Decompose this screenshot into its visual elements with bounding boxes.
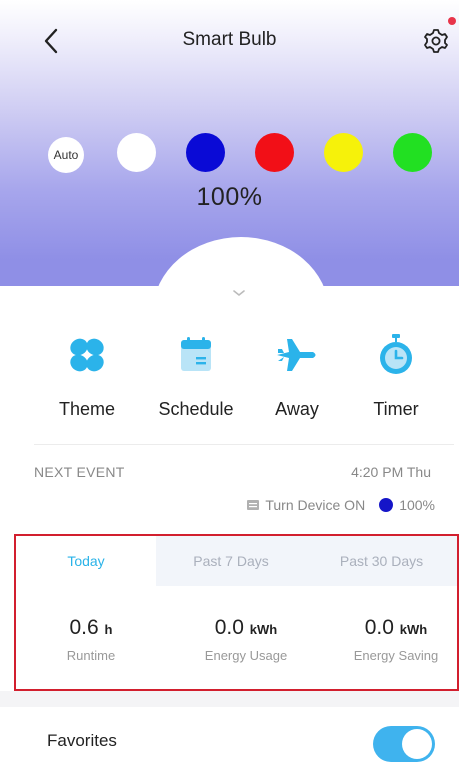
feature-timer[interactable]: Timer [346,333,446,420]
theme-icon [70,338,104,372]
next-event-action[interactable]: Turn Device ON 100% [247,497,435,513]
energy-usage-panel: Today Past 7 Days Past 30 Days 0.6 h Run… [14,534,459,691]
tab-today[interactable]: Today [16,536,156,586]
settings-button[interactable] [422,24,454,56]
tab-past-7-days[interactable]: Past 7 Days [156,536,306,586]
energy-saving-value: 0.0 [364,616,394,639]
runtime-value: 0.6 [69,616,99,639]
calendar-icon [181,337,211,371]
favorites-label: Favorites [47,731,117,750]
runtime-label: Runtime [66,648,116,663]
stat-runtime: 0.6 h Runtime [36,616,146,663]
divider [34,444,454,445]
color-swatch-yellow[interactable] [324,133,363,172]
timer-icon [380,334,412,374]
brightness-value: 100% [196,183,263,211]
next-event-time: 4:20 PM Thu [351,464,431,480]
stat-energy-usage: 0.0 kWh Energy Usage [176,616,316,663]
next-event-action-text: Turn Device ON [265,497,366,513]
favorites-row: Favorites [0,707,459,765]
feature-schedule[interactable]: Schedule [146,333,246,420]
energy-saving-label: Energy Saving [353,648,439,663]
next-event-level: 100% [399,497,435,513]
section-separator [0,691,459,707]
chevron-down-icon [233,290,245,297]
energy-usage-unit: kWh [249,622,278,637]
color-auto-button[interactable]: Auto [48,137,84,173]
feature-theme[interactable]: Theme [37,333,137,420]
color-dot-blue [379,498,394,512]
list-icon [247,500,260,510]
tab-past-30-days[interactable]: Past 30 Days [306,536,457,586]
feature-away-label: Away [275,399,319,419]
toggle-knob [402,729,432,759]
energy-saving-unit: kWh [399,622,428,637]
color-swatch-red[interactable] [255,133,294,172]
feature-theme-label: Theme [58,399,116,419]
page-title: Smart Bulb [182,29,277,50]
energy-usage-label: Energy Usage [204,648,288,663]
expand-chevron-button[interactable] [232,285,246,297]
feature-timer-label: Timer [373,399,419,419]
usage-tabs: Today Past 7 Days Past 30 Days [16,536,457,586]
energy-usage-value: 0.0 [214,616,244,639]
favorites-toggle[interactable] [373,726,435,762]
color-swatch-white[interactable] [117,133,156,172]
runtime-unit: h [104,622,113,637]
gear-icon [424,29,448,53]
color-swatch-green[interactable] [393,133,432,172]
feature-away[interactable]: Away [247,333,347,420]
feature-schedule-label: Schedule [158,399,234,419]
color-swatch-blue[interactable] [186,133,225,172]
next-event-label: NEXT EVENT [34,464,125,480]
stat-energy-saving: 0.0 kWh Energy Saving [326,616,459,663]
notification-dot [448,17,456,25]
airplane-icon [277,339,316,371]
